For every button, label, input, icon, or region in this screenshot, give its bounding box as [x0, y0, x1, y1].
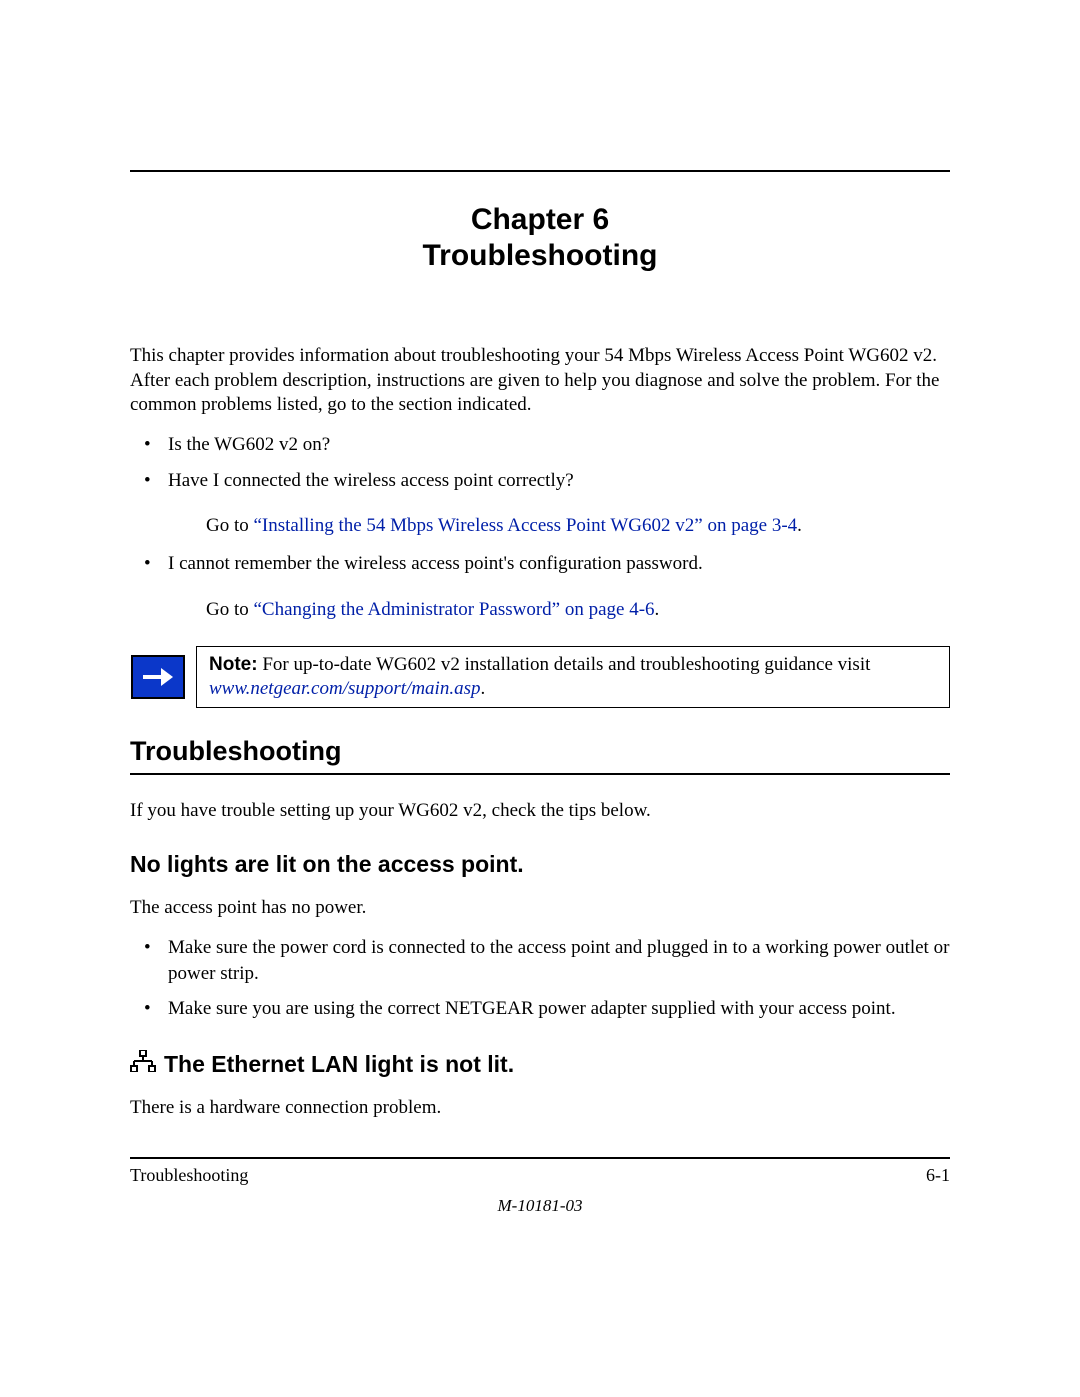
subheading-no-lights: No lights are lit on the access point.	[130, 851, 950, 878]
goto-line: Go to “Changing the Administrator Passwo…	[130, 597, 950, 623]
footer-doc-id: M-10181-03	[130, 1196, 950, 1216]
goto-line: Go to “Installing the 54 Mbps Wireless A…	[130, 513, 950, 539]
subheading-ethernet: The Ethernet LAN light is not lit.	[130, 1050, 950, 1078]
list-item: Is the WG602 v2 on?	[130, 432, 950, 458]
note-label: Note:	[209, 654, 258, 675]
footer-rule: Troubleshooting 6-1 M-10181-03	[130, 1157, 950, 1216]
top-rule	[130, 170, 950, 172]
sub-lead: There is a hardware connection problem.	[130, 1096, 950, 1121]
section-intro: If you have trouble setting up your WG60…	[130, 799, 950, 824]
goto-suffix: .	[797, 515, 802, 536]
footer-page-number: 6-1	[926, 1165, 950, 1186]
footer-section-name: Troubleshooting	[130, 1165, 248, 1186]
list-item: I cannot remember the wireless access po…	[130, 551, 950, 577]
chapter-title: Chapter 6 Troubleshooting	[130, 202, 950, 274]
list-item: Make sure you are using the correct NETG…	[130, 996, 950, 1022]
sub-lead: The access point has no power.	[130, 896, 950, 921]
goto-suffix: .	[655, 599, 660, 620]
ethernet-icon	[130, 1050, 156, 1078]
subheading-text: The Ethernet LAN light is not lit.	[164, 1051, 514, 1078]
list-item: Have I connected the wireless access poi…	[130, 468, 950, 494]
footer-line: Troubleshooting 6-1	[130, 1165, 950, 1186]
goto-prefix: Go to	[206, 515, 254, 536]
fix-list: Make sure the power cord is connected to…	[130, 935, 950, 1022]
note-suffix: .	[480, 678, 485, 699]
problem-list-cont: I cannot remember the wireless access po…	[130, 551, 950, 577]
subheading-text: No lights are lit on the access point.	[130, 851, 524, 878]
arrow-note-icon	[131, 655, 185, 699]
note-box: Note: For up-to-date WG602 v2 installati…	[130, 646, 950, 708]
problem-list: Is the WG602 v2 on? Have I connected the…	[130, 432, 950, 493]
intro-paragraph: This chapter provides information about …	[130, 344, 950, 418]
xref-link-install[interactable]: “Installing the 54 Mbps Wireless Access …	[254, 515, 798, 536]
chapter-name: Troubleshooting	[130, 238, 950, 274]
list-item: Make sure the power cord is connected to…	[130, 935, 950, 986]
note-body: For up-to-date WG602 v2 installation det…	[258, 654, 871, 675]
chapter-number: Chapter 6	[130, 202, 950, 238]
note-icon-container	[130, 646, 186, 708]
section-heading-troubleshooting: Troubleshooting	[130, 736, 950, 775]
note-text: Note: For up-to-date WG602 v2 installati…	[196, 646, 950, 708]
note-url-link[interactable]: www.netgear.com/support/main.asp	[209, 678, 480, 699]
xref-link-password[interactable]: “Changing the Administrator Password” on…	[254, 599, 655, 620]
goto-prefix: Go to	[206, 599, 254, 620]
